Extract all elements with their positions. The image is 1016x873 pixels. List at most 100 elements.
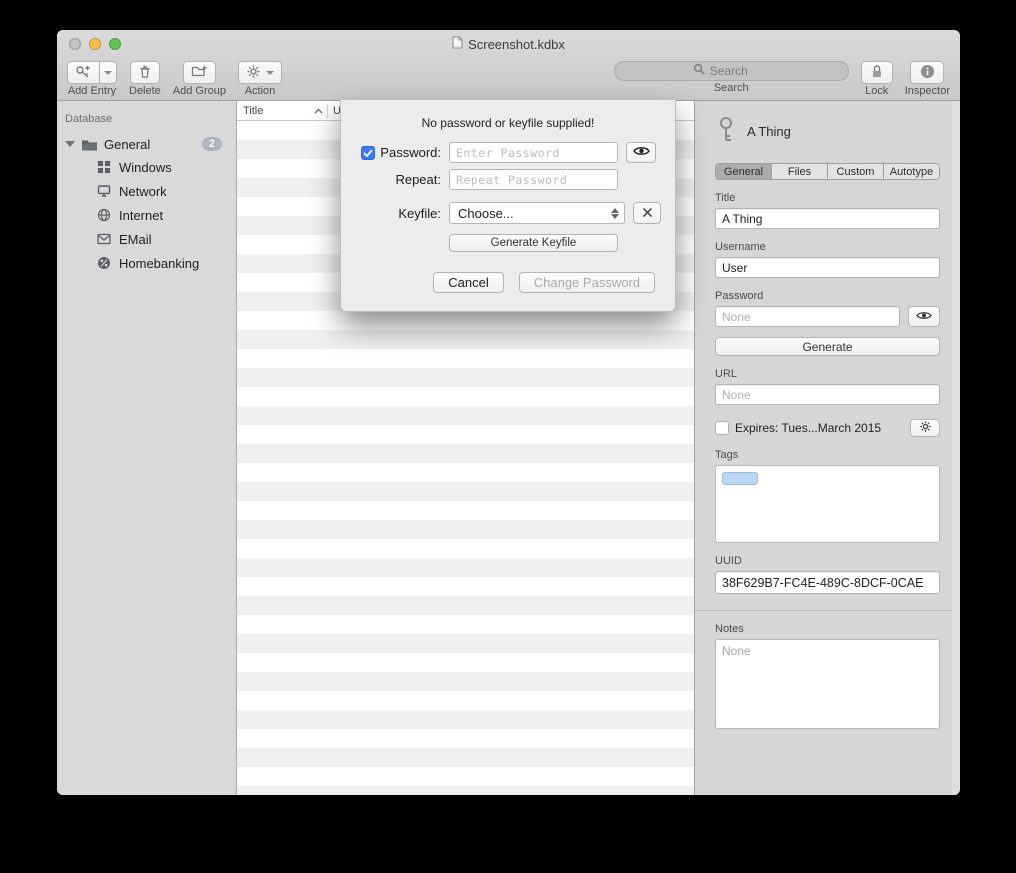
- info-icon: [920, 64, 935, 82]
- sidebar-item-label: Homebanking: [119, 256, 199, 271]
- close-x-icon: [642, 206, 653, 221]
- sidebar-item-email[interactable]: EMail: [57, 227, 236, 251]
- inspector-button[interactable]: [910, 61, 944, 84]
- lock-button[interactable]: [861, 61, 893, 84]
- sidebar-item-internet[interactable]: Internet: [57, 203, 236, 227]
- clear-keyfile-button[interactable]: [633, 202, 661, 224]
- delete-button[interactable]: [130, 61, 160, 84]
- monitor-icon: [97, 184, 111, 198]
- eye-icon: [633, 145, 650, 160]
- title-field[interactable]: [715, 208, 940, 229]
- tag-pill[interactable]: [722, 472, 758, 485]
- sidebar-item-windows[interactable]: Windows: [57, 155, 236, 179]
- gear-icon: [919, 420, 932, 436]
- inspector-scrollbar[interactable]: [952, 101, 960, 795]
- key-icon: [715, 115, 737, 148]
- action-label: Action: [245, 85, 276, 97]
- show-password-button[interactable]: [908, 306, 940, 327]
- sidebar-item-label: Internet: [119, 208, 163, 223]
- generate-keyfile-button[interactable]: Generate Keyfile: [449, 234, 618, 252]
- inspector-tabs: General Files Custom Autotype: [715, 163, 940, 180]
- stepper-icon: [611, 208, 619, 219]
- gear-icon: [246, 64, 261, 82]
- grid-icon: [97, 160, 111, 174]
- envelope-icon: [97, 233, 111, 245]
- zoom-button[interactable]: [109, 38, 121, 50]
- sort-asc-icon: [314, 105, 323, 117]
- add-entry-dropdown-button[interactable]: [100, 61, 117, 84]
- toolbar-item-add-entry: Add Entry: [67, 61, 117, 97]
- search-input[interactable]: [710, 64, 770, 78]
- sidebar-item-homebanking[interactable]: Homebanking: [57, 251, 236, 275]
- title-field-label: Title: [715, 192, 940, 204]
- enter-password-input[interactable]: [449, 142, 618, 163]
- generate-password-button[interactable]: Generate: [715, 337, 940, 356]
- titlebar[interactable]: Screenshot.kdbx: [57, 30, 960, 58]
- tags-field-label: Tags: [715, 449, 940, 461]
- folder-plus-icon: [191, 64, 208, 81]
- lock-icon: [870, 64, 884, 82]
- toolbar-item-inspector: Inspector: [905, 61, 950, 97]
- search-caption: Search: [714, 82, 749, 94]
- toolbar: Add Entry Delete: [57, 58, 960, 100]
- keyfile-selected-value: Choose...: [458, 206, 514, 221]
- dialog-message: No password or keyfile supplied!: [341, 116, 675, 130]
- column-header-username[interactable]: U: [328, 105, 341, 117]
- toolbar-item-lock: Lock: [861, 61, 893, 97]
- repeat-password-input[interactable]: [449, 169, 618, 190]
- add-entry-button[interactable]: [67, 61, 100, 84]
- password-checkbox[interactable]: [361, 146, 375, 160]
- repeat-label: Repeat:: [395, 172, 441, 187]
- sidebar-item-network[interactable]: Network: [57, 179, 236, 203]
- entry-count-badge: 2: [202, 137, 222, 151]
- password-label: Password:: [380, 145, 441, 160]
- expires-settings-button[interactable]: [910, 419, 940, 437]
- cancel-button[interactable]: Cancel: [433, 272, 503, 293]
- disclosure-triangle-icon[interactable]: [65, 141, 75, 147]
- url-field[interactable]: [715, 384, 940, 405]
- password-dialog: No password or keyfile supplied! Passwor…: [340, 100, 676, 312]
- expires-row: Expires: Tues...March 2015: [715, 419, 940, 437]
- notes-field[interactable]: [715, 639, 940, 729]
- expires-label: Expires: Tues...March 2015: [735, 421, 904, 435]
- show-password-button[interactable]: [626, 142, 656, 163]
- keyfile-select[interactable]: Choose...: [449, 202, 625, 224]
- toolbar-item-delete: Delete: [129, 61, 161, 97]
- dialog-buttons: Cancel Change Password: [341, 272, 655, 293]
- close-button[interactable]: [69, 38, 81, 50]
- search-icon: [693, 62, 705, 80]
- tab-autotype[interactable]: Autotype: [884, 164, 939, 179]
- tab-custom[interactable]: Custom: [828, 164, 884, 179]
- action-button[interactable]: [238, 61, 282, 84]
- add-group-label: Add Group: [173, 85, 226, 97]
- uuid-field-label: UUID: [715, 555, 940, 567]
- sidebar-group-label: General: [104, 137, 150, 152]
- add-group-button[interactable]: [183, 61, 216, 84]
- search-field[interactable]: [614, 61, 849, 81]
- entry-header: A Thing: [715, 115, 940, 148]
- minimize-button[interactable]: [89, 38, 101, 50]
- uuid-field[interactable]: [715, 571, 940, 594]
- repeat-row: Repeat:: [341, 169, 675, 190]
- app-window: Screenshot.kdbx Add E: [57, 30, 960, 795]
- tags-box[interactable]: [715, 465, 940, 543]
- traffic-lights: [69, 38, 121, 50]
- password-field[interactable]: [715, 306, 900, 327]
- password-row: Password:: [341, 142, 675, 163]
- keyfile-label: Keyfile:: [398, 206, 441, 221]
- expires-checkbox[interactable]: [715, 421, 729, 435]
- entry-title: A Thing: [747, 124, 791, 139]
- key-plus-icon: [75, 64, 92, 82]
- username-field[interactable]: [715, 257, 940, 278]
- column-header-title[interactable]: Title: [237, 105, 327, 117]
- change-password-button[interactable]: Change Password: [519, 272, 655, 293]
- folder-icon: [81, 138, 98, 151]
- sidebar-group-general[interactable]: General 2: [57, 133, 236, 155]
- tab-files[interactable]: Files: [772, 164, 828, 179]
- tab-general[interactable]: General: [716, 164, 772, 179]
- chevron-down-icon: [266, 71, 274, 75]
- username-field-label: Username: [715, 241, 940, 253]
- keyfile-row: Keyfile: Choose...: [341, 202, 675, 224]
- url-field-label: URL: [715, 368, 940, 380]
- lock-label: Lock: [865, 85, 888, 97]
